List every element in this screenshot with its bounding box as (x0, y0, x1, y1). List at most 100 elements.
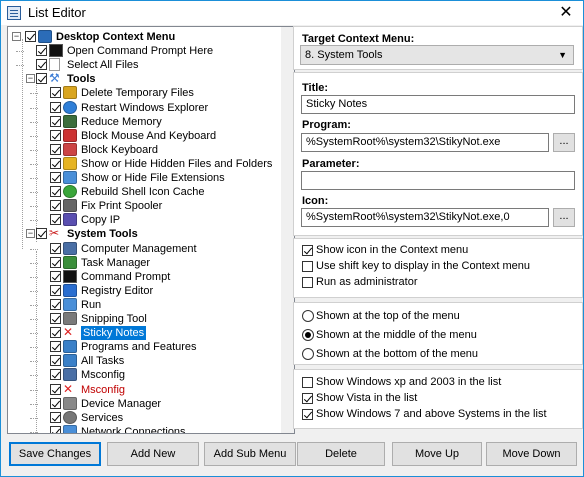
radio-icon[interactable] (302, 348, 314, 360)
tree-connector (30, 304, 38, 306)
tree-connector (30, 262, 38, 264)
tree-item[interactable]: − ⚒ Tools (8, 72, 280, 86)
tree-item-checkbox[interactable] (50, 270, 61, 282)
delete-button[interactable]: Delete (297, 442, 385, 466)
tree-item-checkbox[interactable] (50, 284, 61, 296)
tree-item-checkbox[interactable] (50, 214, 61, 226)
tree-item[interactable]: − Desktop Context Menu (8, 30, 280, 44)
tree-item-checkbox[interactable] (50, 369, 61, 381)
program-input[interactable]: %SystemRoot%\system32\StikyNot.exe (301, 133, 549, 152)
tree-item-checkbox[interactable] (36, 73, 47, 85)
tree-item[interactable]: Show or Hide File Extensions (8, 171, 280, 185)
radio-icon[interactable] (302, 310, 314, 322)
tree-item-checkbox[interactable] (50, 355, 61, 367)
program-browse-button[interactable]: ... (553, 133, 575, 152)
tree-item-checkbox[interactable] (50, 115, 61, 127)
tree-connector (30, 149, 38, 151)
parameter-input[interactable] (301, 171, 575, 190)
checkbox-icon[interactable] (302, 245, 313, 256)
move-up-button[interactable]: Move Up (392, 442, 482, 466)
tree-item-checkbox[interactable] (50, 341, 61, 353)
tree-item-checkbox[interactable] (25, 31, 36, 42)
tree-item-checkbox[interactable] (50, 397, 61, 409)
option-label: Show Windows xp and 2003 in the list (316, 376, 502, 388)
tree-item-checkbox[interactable] (50, 383, 61, 395)
checkbox-icon[interactable] (302, 261, 313, 272)
move-down-button[interactable]: Move Down (486, 442, 577, 466)
tree-item-label: Programs and Features (81, 341, 197, 354)
tree-item-checkbox[interactable] (50, 242, 61, 254)
tree-item-checkbox[interactable] (50, 256, 61, 268)
tree-item[interactable]: Select All Files (8, 58, 280, 72)
tree-item[interactable]: Copy IP (8, 213, 280, 227)
collapse-icon[interactable]: − (12, 32, 21, 41)
tree-item-checkbox[interactable] (36, 59, 47, 71)
tree-item-checkbox[interactable] (50, 298, 61, 310)
checkbox-icon[interactable] (302, 393, 313, 404)
option-label: Shown at the bottom of the menu (316, 348, 479, 360)
tree-item-checkbox[interactable] (50, 87, 61, 99)
tree-item-checkbox[interactable] (50, 327, 61, 339)
tree-item-checkbox[interactable] (36, 228, 47, 240)
tree-connector (30, 276, 38, 278)
tree-item-checkbox[interactable] (50, 186, 61, 198)
window-title: List Editor (28, 5, 86, 20)
close-icon[interactable]: ✕ (549, 1, 583, 25)
tree-item-checkbox[interactable] (50, 101, 61, 113)
tree-item[interactable]: Fix Print Spooler (8, 199, 280, 213)
tree-item[interactable]: Registry Editor (8, 283, 280, 298)
tree-item[interactable]: − ✂ System Tools (8, 227, 280, 241)
radio-icon[interactable] (302, 329, 314, 341)
tree-item[interactable]: Device Manager (8, 396, 280, 411)
option-label: Run as administrator (316, 276, 418, 288)
save-changes-button[interactable]: Save Changes (9, 442, 101, 466)
tree-item[interactable]: Rebuild Shell Icon Cache (8, 185, 280, 199)
tree-item[interactable]: Network Connections (8, 424, 280, 433)
collapse-icon[interactable]: − (26, 229, 35, 239)
tree-item[interactable]: Delete Temporary Files (8, 86, 280, 100)
tree-item[interactable]: ✕ Sticky Notes (8, 326, 280, 341)
title-input[interactable]: Sticky Notes (301, 95, 575, 114)
checkbox-icon[interactable] (302, 377, 313, 388)
tree-item-label: Task Manager (81, 256, 151, 269)
tree-item-checkbox[interactable] (50, 129, 61, 141)
tree-item-checkbox[interactable] (50, 172, 61, 183)
tree-item[interactable]: ✕ Msconfig (8, 382, 280, 397)
icon-input[interactable]: %SystemRoot%\system32\StikyNot.exe,0 (301, 208, 549, 227)
tree-item[interactable]: Block Keyboard (8, 142, 280, 157)
tree-item[interactable]: Task Manager (8, 255, 280, 270)
tree-item-label: Show or Hide Hidden Files and Folders (81, 157, 273, 170)
tree-item[interactable]: Show or Hide Hidden Files and Folders (8, 156, 280, 171)
tree-item[interactable]: Services (8, 410, 280, 425)
option-label: Shown at the top of the menu (316, 310, 460, 322)
tree-item[interactable]: Block Mouse And Keyboard (8, 128, 280, 143)
add-new-button[interactable]: Add New (107, 442, 199, 466)
tree-item[interactable]: All Tasks (8, 354, 280, 368)
tree-item-checkbox[interactable] (50, 425, 61, 433)
tree-item[interactable]: Open Command Prompt Here (8, 44, 280, 58)
tree-item-checkbox[interactable] (50, 411, 61, 423)
checkbox-icon[interactable] (302, 409, 313, 420)
program-label: Program: (302, 119, 351, 131)
target-select[interactable]: 8. System Tools ▼ (300, 45, 574, 65)
tree-item-checkbox[interactable] (36, 45, 47, 57)
tree-item-checkbox[interactable] (50, 313, 61, 324)
tree-item[interactable]: Computer Management (8, 241, 280, 256)
checkbox-icon[interactable] (302, 277, 313, 288)
tree-connector (30, 333, 38, 335)
tree-item-checkbox[interactable] (50, 157, 61, 169)
context-menu-tree[interactable]: − Desktop Context Menu Open Command Prompt… (7, 26, 295, 434)
tree-item[interactable]: Run (8, 297, 280, 312)
tree-item-checkbox[interactable] (50, 143, 61, 155)
tree-item[interactable]: Msconfig (8, 368, 280, 382)
collapse-icon[interactable]: − (26, 74, 35, 84)
tree-item[interactable]: Command Prompt (8, 269, 280, 284)
tree-item[interactable]: Restart Windows Explorer (8, 100, 280, 115)
tree-connector (30, 178, 38, 179)
tree-item[interactable]: Programs and Features (8, 340, 280, 354)
icon-browse-button[interactable]: ... (553, 208, 575, 227)
tree-item[interactable]: Reduce Memory (8, 114, 280, 129)
tree-item[interactable]: Snipping Tool (8, 312, 280, 326)
tree-item-checkbox[interactable] (50, 200, 61, 212)
add-sub-menu-button[interactable]: Add Sub Menu (204, 442, 296, 466)
